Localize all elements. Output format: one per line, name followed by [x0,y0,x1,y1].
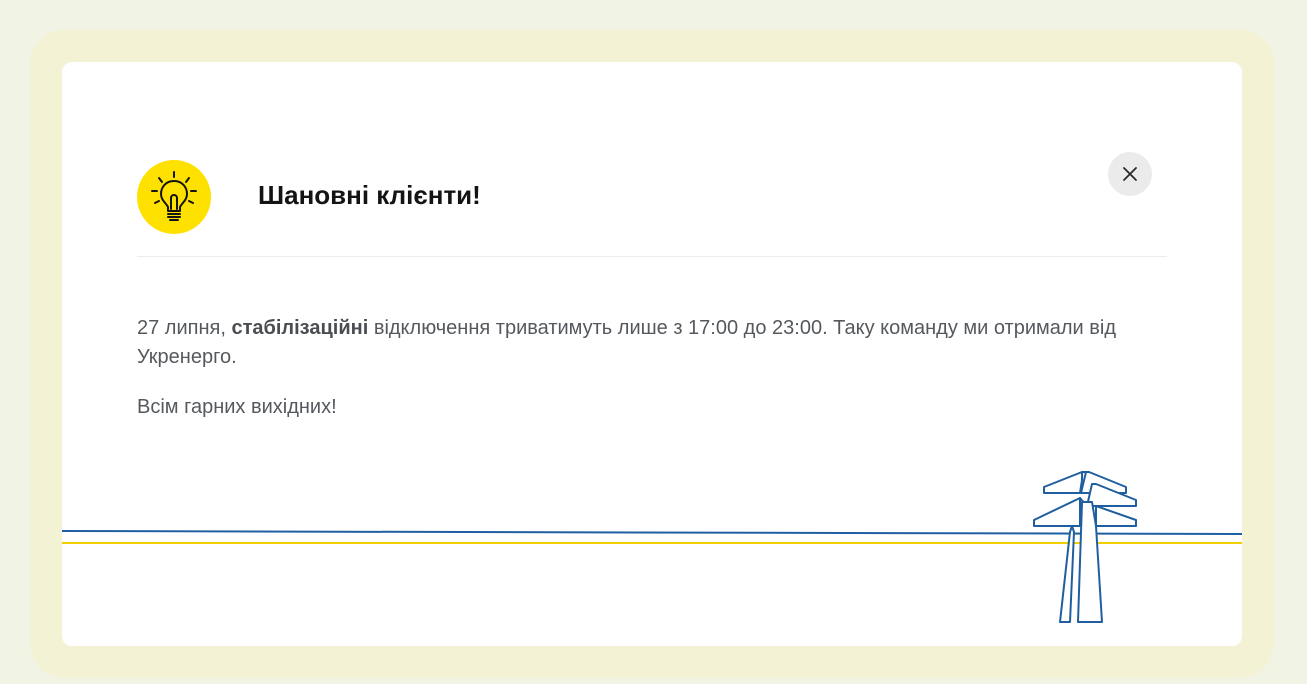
close-button[interactable] [1108,152,1152,196]
notice-paragraph-2: Всім гарних вихідних! [137,396,337,418]
power-line-illustration [62,471,1242,623]
notice-paragraph-1: 27 липня, стабілізаційні відключення три… [137,314,1117,372]
notice-emphasis: стабілізаційні [231,317,369,339]
modal-title: Шановні клієнти! [258,180,481,210]
power-pylon-icon [1033,471,1137,623]
lightbulb-icon [151,171,197,221]
notice-modal: Шановні клієнти! 27 липня, стабілізаційн… [62,62,1242,646]
notice-body: 27 липня, стабілізаційні відключення три… [137,314,1117,443]
close-icon [1123,167,1137,181]
lightbulb-badge [137,160,211,234]
power-line-blue [62,530,1242,535]
modal-header: Шановні клієнти! [137,160,1167,257]
notice-date-prefix: 27 липня, [137,317,232,339]
